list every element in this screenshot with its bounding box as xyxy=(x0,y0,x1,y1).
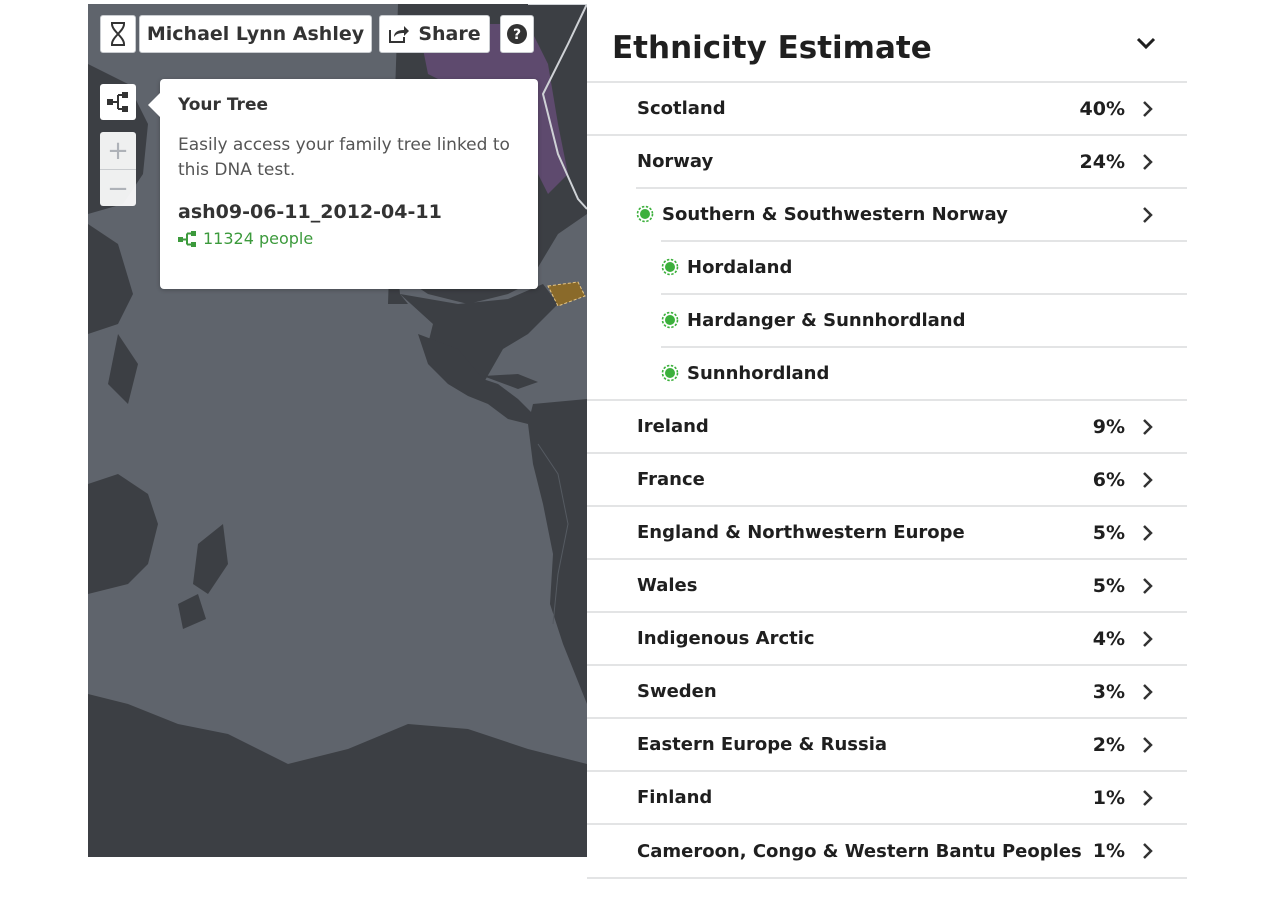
share-label: Share xyxy=(418,23,481,45)
region-name: Scotland xyxy=(637,98,726,119)
region-name: Norway xyxy=(637,151,714,172)
region-name: Indigenous Arctic xyxy=(637,628,815,649)
region-row-finland[interactable]: Finland 1% xyxy=(587,770,1187,823)
region-name: Hordaland xyxy=(687,257,793,278)
share-icon xyxy=(389,26,410,43)
tree-name-link[interactable]: ash09-06-11_2012-04-11 xyxy=(178,201,520,223)
map-view[interactable]: Michael Lynn Ashley Share ? + − Your Tre… xyxy=(88,4,587,857)
region-name: Cameroon, Congo & Western Bantu Peoples xyxy=(637,840,1082,862)
chevron-right-icon xyxy=(1143,684,1153,700)
chevron-down-icon xyxy=(1136,37,1156,50)
region-name: Finland xyxy=(637,787,713,808)
region-percent: 3% xyxy=(1092,680,1125,703)
your-tree-popover: Your Tree Easily access your family tree… xyxy=(148,79,538,289)
region-row-hordaland[interactable]: Hordaland xyxy=(661,240,1187,293)
region-name: Sunnhordland xyxy=(687,363,830,384)
community-dot-icon xyxy=(661,364,679,382)
chevron-right-icon xyxy=(1143,737,1153,753)
chevron-right-icon xyxy=(1143,472,1153,488)
region-name: France xyxy=(637,469,705,490)
chevron-right-icon xyxy=(1143,631,1153,647)
region-percent: 9% xyxy=(1092,415,1125,438)
region-percent: 1% xyxy=(1092,786,1125,809)
region-name: Sweden xyxy=(637,681,717,702)
ethnicity-panel: Ethnicity Estimate Scotland 40% Norway 2… xyxy=(587,0,1187,900)
region-row-eastern-europe-russia[interactable]: Eastern Europe & Russia 2% xyxy=(587,717,1187,770)
region-row-ireland[interactable]: Ireland 9% xyxy=(587,399,1187,452)
region-name: Wales xyxy=(637,575,698,596)
svg-text:?: ? xyxy=(513,27,521,43)
region-row-hardanger-sunnhordland[interactable]: Hardanger & Sunnhordland xyxy=(661,293,1187,346)
panel-title: Ethnicity Estimate xyxy=(612,30,932,66)
region-row-norway[interactable]: Norway 24% xyxy=(587,134,1187,187)
chevron-right-icon xyxy=(1143,578,1153,594)
region-percent: 4% xyxy=(1092,627,1125,650)
region-row-sweden[interactable]: Sweden 3% xyxy=(587,664,1187,717)
dna-icon xyxy=(111,22,125,46)
chevron-right-icon xyxy=(1143,790,1153,806)
region-row-scotland[interactable]: Scotland 40% xyxy=(587,81,1187,134)
region-percent: 1% xyxy=(1092,840,1125,862)
chevron-right-icon xyxy=(1143,207,1153,223)
tree-icon xyxy=(107,92,128,112)
region-row-indigenous-arctic[interactable]: Indigenous Arctic 4% xyxy=(587,611,1187,664)
region-percent: 24% xyxy=(1079,150,1125,173)
tree-people-count: 11324 people xyxy=(203,229,314,248)
chevron-right-icon xyxy=(1143,419,1153,435)
tree-people-link[interactable]: 11324 people xyxy=(178,229,520,248)
region-percent: 40% xyxy=(1079,97,1125,120)
community-dot-icon xyxy=(661,258,679,276)
dna-button[interactable] xyxy=(100,15,136,53)
region-percent: 5% xyxy=(1092,521,1125,544)
region-row-cameroon-congo-western-bantu[interactable]: Cameroon, Congo & Western Bantu Peoples … xyxy=(587,823,1187,879)
region-row-wales[interactable]: Wales 5% xyxy=(587,558,1187,611)
popover-title: Your Tree xyxy=(178,95,269,115)
collapse-button[interactable] xyxy=(1135,35,1157,55)
chevron-right-icon xyxy=(1143,101,1153,117)
zoom-control: + − xyxy=(100,132,136,206)
community-dot-icon xyxy=(661,311,679,329)
your-tree-button[interactable] xyxy=(100,84,136,120)
region-name: Southern & Southwestern Norway xyxy=(662,204,1008,225)
chevron-right-icon xyxy=(1143,154,1153,170)
profile-name-label: Michael Lynn Ashley xyxy=(146,23,365,45)
region-name: England & Northwestern Europe xyxy=(637,522,965,543)
region-row-sunnhordland[interactable]: Sunnhordland xyxy=(661,346,1187,399)
region-percent: 2% xyxy=(1092,733,1125,756)
region-percent: 6% xyxy=(1092,468,1125,491)
help-icon: ? xyxy=(507,24,527,44)
region-row-southern-southwestern-norway[interactable]: Southern & Southwestern Norway xyxy=(636,187,1187,240)
community-dot-icon xyxy=(636,205,654,223)
region-percent: 5% xyxy=(1092,574,1125,597)
region-name: Hardanger & Sunnhordland xyxy=(687,310,966,331)
help-button[interactable]: ? xyxy=(500,15,534,53)
region-row-france[interactable]: France 6% xyxy=(587,452,1187,505)
profile-name-button[interactable]: Michael Lynn Ashley xyxy=(139,15,372,53)
region-name: Ireland xyxy=(637,416,709,437)
chevron-right-icon xyxy=(1143,525,1153,541)
zoom-out-button[interactable]: − xyxy=(100,169,136,207)
share-button[interactable]: Share xyxy=(379,15,490,53)
tree-icon xyxy=(178,230,196,247)
chevron-right-icon xyxy=(1143,843,1153,859)
popover-description: Easily access your family tree linked to… xyxy=(178,135,510,180)
region-name: Eastern Europe & Russia xyxy=(637,734,888,755)
zoom-in-button[interactable]: + xyxy=(100,132,136,169)
region-row-england-northwestern-europe[interactable]: England & Northwestern Europe 5% xyxy=(587,505,1187,558)
